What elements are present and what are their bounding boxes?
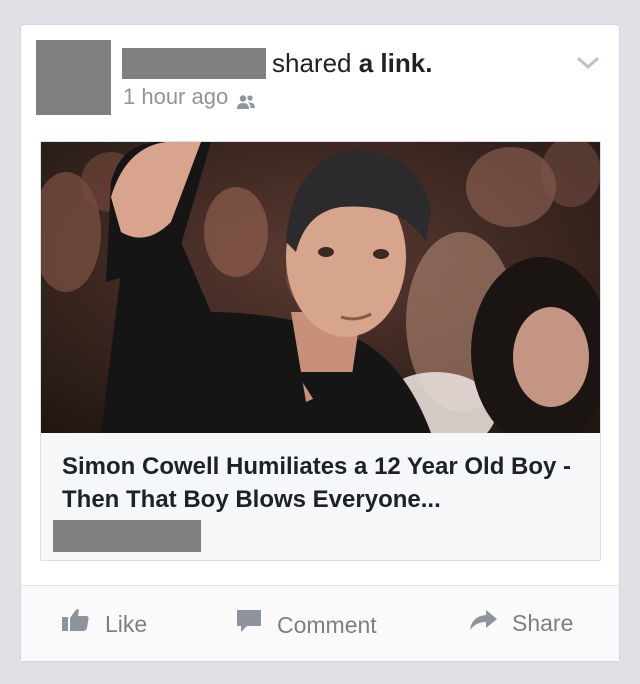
like-label: Like (105, 610, 148, 637)
share-label: Share (512, 610, 574, 636)
action-prefix: shared (272, 48, 352, 78)
chevron-down-icon[interactable] (576, 55, 600, 71)
post-action-text: shared a link. (272, 47, 432, 79)
like-button[interactable]: Like (61, 608, 147, 639)
link-preview-image[interactable] (41, 142, 600, 433)
post-card: shared a link. 1 hour ago Simon Cowell H… (20, 24, 620, 662)
link-title[interactable]: Simon Cowell Humiliates a 12 Year Old Bo… (62, 450, 582, 516)
comment-icon (235, 608, 277, 641)
action-bar: Like Comment Share (21, 586, 619, 661)
timestamp[interactable]: 1 hour ago (123, 83, 228, 111)
comment-label: Comment (277, 611, 377, 638)
author-name-redacted[interactable] (122, 48, 266, 79)
action-object[interactable]: a link. (359, 48, 433, 78)
friends-icon[interactable] (236, 89, 256, 109)
thumbs-up-icon (61, 608, 105, 639)
link-domain-redacted (53, 520, 201, 552)
share-arrow-icon (468, 608, 512, 638)
comment-button[interactable]: Comment (235, 608, 377, 641)
share-button[interactable]: Share (468, 608, 573, 638)
link-preview[interactable]: Simon Cowell Humiliates a 12 Year Old Bo… (40, 141, 601, 561)
avatar[interactable] (36, 40, 111, 115)
post-meta: 1 hour ago (123, 83, 256, 111)
